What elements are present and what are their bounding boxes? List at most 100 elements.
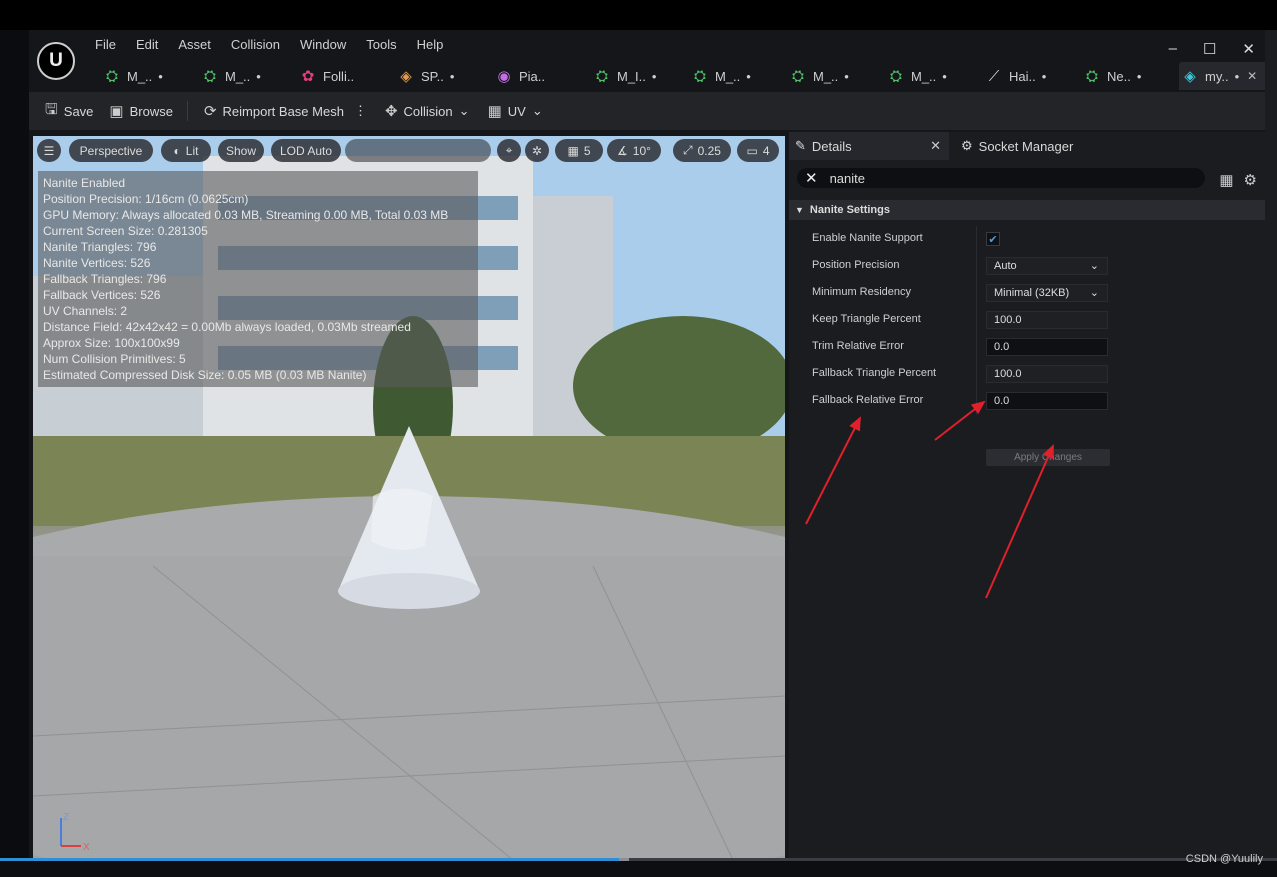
details-search-row: ✕ nanite ▦ ⚙ bbox=[789, 164, 1265, 192]
maximize-icon[interactable]: ☐ bbox=[1203, 40, 1216, 58]
asset-tab[interactable]: ⛭ M_I.. • bbox=[591, 62, 689, 90]
socket-icon: ⚙ bbox=[961, 138, 973, 153]
material-icon: ⛭ bbox=[693, 67, 706, 85]
mesh-viewport[interactable]: Nanite Enabled Position Precision: 1/16c… bbox=[33, 136, 785, 860]
browse-icon: ▣ bbox=[109, 103, 124, 120]
details-search-input[interactable]: ✕ nanite bbox=[797, 168, 1205, 188]
tab-socket-manager[interactable]: ⚙ Socket Manager bbox=[949, 132, 1073, 160]
details-tab-label: Details bbox=[811, 138, 852, 154]
editor-toolbar: 🖫 Save ▣ Browse ⟳ Reimport Base Mesh ⋮ ✥ Col… bbox=[29, 92, 1265, 130]
collapse-triangle-icon: ▼ bbox=[795, 205, 804, 215]
cone-detail bbox=[371, 488, 433, 550]
menu-help[interactable]: Help bbox=[417, 37, 444, 52]
show-label: Show bbox=[225, 143, 257, 158]
fallback-triangle-percent-field[interactable]: 100.0 bbox=[986, 365, 1108, 383]
asset-tab[interactable]: ◉ Pia.. bbox=[493, 62, 591, 90]
position-precision-dropdown[interactable]: Auto ⌄ bbox=[986, 257, 1108, 275]
clear-search-icon[interactable]: ✕ bbox=[805, 169, 818, 187]
asset-tab[interactable]: ⛭ M_.. • bbox=[101, 62, 199, 90]
uv-dropdown[interactable]: ▦ UV ⌄ bbox=[488, 102, 543, 120]
video-top-bar bbox=[0, 0, 1277, 30]
lit-button[interactable]: ◐ Lit bbox=[161, 139, 211, 162]
nanite-settings-header[interactable]: ▼ Nanite Settings bbox=[789, 200, 1265, 220]
apply-changes-button[interactable]: Apply Changes bbox=[986, 449, 1110, 466]
prop-position-precision: Position Precision Auto ⌄ bbox=[789, 253, 1265, 280]
prop-label: Fallback Triangle Percent bbox=[812, 367, 937, 379]
menu-window[interactable]: Window bbox=[300, 37, 346, 52]
nanite-stats-overlay: Nanite Enabled Position Precision: 1/16c… bbox=[38, 171, 478, 387]
groom-icon: ⟋ bbox=[988, 67, 1000, 85]
window-controls: – ☐ ✕ bbox=[1169, 40, 1255, 58]
settings-gear-icon[interactable]: ⚙ bbox=[1244, 171, 1257, 189]
menu-collision[interactable]: Collision bbox=[231, 37, 280, 52]
field-value: 100.0 bbox=[994, 314, 1022, 326]
collision-dropdown[interactable]: ✥ Collision ⌄ bbox=[385, 102, 470, 120]
asset-tab[interactable]: ⛭ M_.. • bbox=[689, 62, 787, 90]
transform-button[interactable]: ⌖ bbox=[497, 139, 521, 162]
field-value: 100.0 bbox=[994, 368, 1022, 380]
fallback-relative-error-field[interactable]: 0.0 bbox=[986, 392, 1108, 410]
stat-line: UV Channels: 2 bbox=[43, 304, 128, 318]
tab-label: Folli.. bbox=[323, 68, 355, 84]
close-tab-icon[interactable]: ✕ bbox=[930, 138, 941, 154]
asset-tab[interactable]: ⟋ Hai.. • bbox=[983, 62, 1081, 90]
uv-grid-icon: ▦ bbox=[487, 103, 502, 120]
cone-base bbox=[338, 573, 480, 609]
stat-line: Num Collision Primitives: 5 bbox=[43, 352, 186, 366]
menu-edit[interactable]: Edit bbox=[136, 37, 158, 52]
camera-speed-button[interactable]: ▭ 4 bbox=[737, 139, 779, 162]
viewport-menu-button[interactable]: ☰ bbox=[37, 139, 61, 162]
save-button[interactable]: 🖫 Save bbox=[45, 99, 93, 124]
lod-button[interactable]: LOD Auto bbox=[271, 139, 341, 162]
menu-file[interactable]: File bbox=[95, 37, 116, 52]
table-view-icon[interactable]: ▦ bbox=[1219, 171, 1233, 189]
asset-tab[interactable]: ◈ SP.. • bbox=[395, 62, 493, 90]
unsaved-dot: • bbox=[942, 68, 947, 84]
stat-line: Current Screen Size: 0.281305 bbox=[43, 224, 208, 238]
asset-tab-active[interactable]: ◈ my.. • ✕ bbox=[1179, 62, 1265, 90]
asset-tab[interactable]: ⛭ Ne.. • bbox=[1081, 62, 1179, 90]
asset-tab[interactable]: ⛭ M_.. • bbox=[787, 62, 885, 90]
tab-close-icon[interactable]: ✕ bbox=[1247, 69, 1257, 83]
chevron-down-icon: ⌄ bbox=[531, 103, 543, 118]
unsaved-dot: • bbox=[1136, 68, 1142, 84]
scale-snap-button[interactable]: ⤢ 0.25 bbox=[673, 139, 731, 162]
unsaved-dot: • bbox=[746, 68, 751, 84]
enable-nanite-checkbox[interactable]: ✔ bbox=[986, 232, 1000, 246]
more-options-button[interactable]: ⋮ bbox=[354, 103, 367, 119]
grid-snap-button[interactable]: ▦ 5 bbox=[555, 139, 603, 162]
unsaved-dot: • bbox=[1234, 68, 1240, 84]
trim-relative-error-field[interactable]: 0.0 bbox=[986, 338, 1108, 356]
stat-line: GPU Memory: Always allocated 0.03 MB, St… bbox=[43, 208, 449, 222]
keep-triangle-percent-field[interactable]: 100.0 bbox=[986, 311, 1108, 329]
camera-icon: ▭ bbox=[746, 143, 758, 158]
prop-minimum-residency: Minimum Residency Minimal (32KB) ⌄ bbox=[789, 280, 1265, 307]
prop-trim-relative-error: Trim Relative Error 0.0 bbox=[789, 334, 1265, 361]
close-icon[interactable]: ✕ bbox=[1242, 40, 1255, 58]
show-button[interactable]: Show bbox=[218, 139, 264, 162]
surface-snap-button[interactable]: ✲ bbox=[525, 139, 549, 162]
reimport-label: Reimport Base Mesh bbox=[222, 103, 344, 119]
asset-tab[interactable]: ⛭ M_.. • bbox=[199, 62, 297, 90]
angle-icon: ∡ bbox=[617, 143, 628, 158]
browse-label: Browse bbox=[129, 103, 173, 119]
stat-line: Fallback Triangles: 796 bbox=[43, 272, 167, 286]
viewport-toolbar: ☰ Perspective ◐ Lit Show LOD Auto ⌖ ✲ ▦ 5 … bbox=[33, 136, 785, 166]
browse-button[interactable]: ▣ Browse bbox=[109, 102, 173, 120]
minimize-icon[interactable]: – bbox=[1169, 40, 1177, 58]
reimport-base-mesh-button[interactable]: ⟳ Reimport Base Mesh bbox=[204, 102, 344, 120]
more-icon: ⋮ bbox=[353, 103, 367, 118]
minimum-residency-dropdown[interactable]: Minimal (32KB) ⌄ bbox=[986, 284, 1108, 302]
rotation-snap-button[interactable]: ∡ 10° bbox=[607, 139, 661, 162]
tab-details[interactable]: ✎ Details ✕ bbox=[789, 132, 949, 160]
menu-asset[interactable]: Asset bbox=[178, 37, 211, 52]
lod-label: LOD Auto bbox=[279, 143, 333, 158]
perspective-button[interactable]: Perspective bbox=[69, 139, 153, 162]
asset-tab[interactable]: ✿ Folli.. bbox=[297, 62, 395, 90]
field-value: 0.0 bbox=[994, 395, 1010, 407]
video-bottom-bar bbox=[0, 862, 1277, 877]
unreal-logo-icon[interactable]: U bbox=[37, 42, 75, 80]
menu-tools[interactable]: Tools bbox=[366, 37, 396, 52]
asset-tab[interactable]: ⛭ M_.. • bbox=[885, 62, 983, 90]
column-divider bbox=[976, 280, 977, 307]
